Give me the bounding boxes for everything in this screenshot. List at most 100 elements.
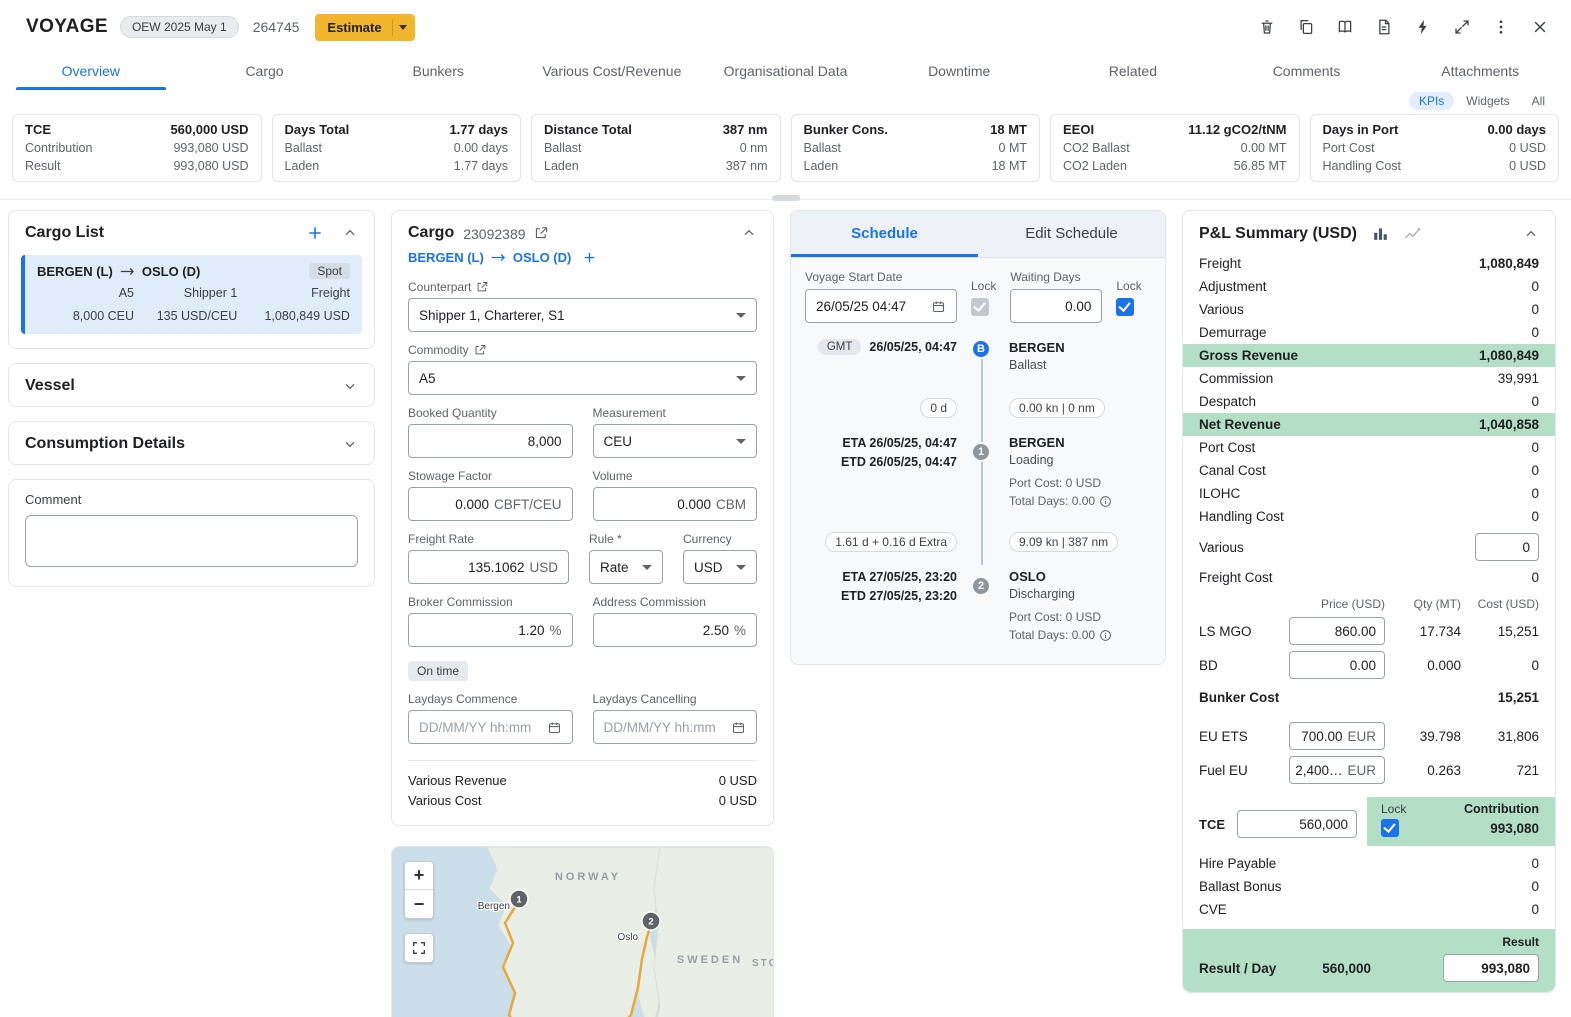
cargo-item-to: OSLO (D) [142,264,201,279]
estimate-button[interactable]: Estimate [315,14,414,41]
tab-cargo[interactable]: Cargo [178,54,352,90]
tab-downtime[interactable]: Downtime [872,54,1046,90]
kpi-value: 0.00 days [454,139,508,157]
kpi-value: 993,080 USD [173,139,248,157]
bar-chart-icon[interactable] [1371,224,1390,243]
lightning-icon[interactable] [1414,18,1432,36]
route-to-link[interactable]: OSLO (D) [513,250,572,265]
chevron-up-icon[interactable] [741,225,757,241]
delete-icon[interactable] [1258,18,1276,36]
tab-organisational-data[interactable]: Organisational Data [699,54,873,90]
eu-price-input[interactable]: 700.00EUR [1289,722,1385,750]
pnl-main-rows: Freight1,080,849Adjustment0Various0Demur… [1183,252,1555,589]
kpi-toggle-all[interactable]: All [1522,92,1555,110]
tce-lock-checkbox[interactable] [1381,819,1399,837]
kpi-value: 560,000 USD [170,120,248,139]
rule-select[interactable]: Rate [589,550,663,584]
voyage-start-lock-checkbox[interactable] [971,298,989,316]
chevron-down-icon [736,376,746,381]
estimate-dropdown-caret[interactable] [392,19,415,36]
kpi-card: Days in Port0.00 daysPort Cost0 USDHandl… [1310,114,1560,182]
chevron-down-icon[interactable] [342,378,358,394]
expand-icon[interactable] [1453,18,1471,36]
zoom-out-button[interactable]: − [405,890,433,918]
tab-bunkers[interactable]: Bunkers [351,54,525,90]
pnl-row-net-revenue: Net Revenue1,040,858 [1183,413,1555,436]
kpi-toggle-widgets[interactable]: Widgets [1456,92,1519,110]
waiting-days-input[interactable]: 0.00 [1010,289,1102,323]
chevron-up-icon[interactable] [342,225,358,241]
kpi-line: Ballast0 nm [544,139,768,157]
kpi-line: Port Cost0 USD [1323,139,1547,157]
external-link-icon[interactable] [534,226,548,240]
calendar-icon[interactable] [731,720,746,735]
pdf-icon[interactable] [1375,18,1393,36]
schedule-card: Schedule Edit Schedule Voyage Start Date… [790,210,1166,665]
measurement-select[interactable]: CEU [593,424,758,458]
pnl-row-input[interactable]: 0 [1475,533,1539,561]
commodity-select[interactable]: A5 [408,361,757,395]
close-icon[interactable] [1531,18,1549,36]
kpi-toggle-kpis[interactable]: KPIs [1409,92,1454,110]
counterpart-select[interactable]: Shipper 1, Charterer, S1 [408,298,757,332]
external-link-icon[interactable] [476,281,488,293]
map-canvas[interactable]: NORWAY SWEDEN STOC North Bergen Oslo 1 2 [392,847,774,1017]
resize-handle[interactable] [772,195,800,201]
calendar-icon[interactable] [931,299,946,314]
stop-activity: Loading [1001,452,1151,469]
address-commission-input[interactable]: 2.50% [593,613,758,647]
chevron-down-icon[interactable] [342,436,358,452]
booked-quantity-input[interactable]: 8,000 [408,424,573,458]
info-icon[interactable] [1099,629,1112,642]
voyage-start-date-input[interactable]: 26/05/25 04:47 [805,289,957,323]
tab-attachments[interactable]: Attachments [1393,54,1567,90]
bunker-qty: 17.734 [1385,624,1461,639]
tce-input[interactable]: 560,000 [1237,810,1357,838]
laydays-cancelling-input[interactable]: DD/MM/YY hh:mm [593,710,758,744]
waiting-days-lock-checkbox[interactable] [1116,298,1134,316]
cargo-list-item[interactable]: BERGEN (L) OSLO (D) Spot A5 Shipper 1 Fr… [21,255,362,334]
broker-commission-input[interactable]: 1.20% [408,613,573,647]
bunker-price-input[interactable]: 0.00 [1289,651,1385,679]
map-marker-1[interactable]: 1 [510,890,528,908]
copy-icon[interactable] [1297,18,1315,36]
currency-select[interactable]: USD [683,550,757,584]
various-cost-value: 0 USD [719,791,757,811]
fullscreen-button[interactable] [404,933,434,963]
external-link-icon[interactable] [474,344,486,356]
route-from-link[interactable]: BERGEN (L) [408,250,484,265]
voyage-start-lock-label: Lock [971,279,996,293]
stowage-factor-input[interactable]: 0.000CBFT/CEU [408,487,573,521]
more-options-icon[interactable] [1492,18,1510,36]
arrow-right-icon [491,252,506,263]
cargo-item-amount: 1,080,849 USD [237,308,350,325]
add-port-button[interactable] [582,250,597,265]
route-map[interactable]: NORWAY SWEDEN STOC North Bergen Oslo 1 2… [391,846,774,1017]
chevron-up-icon[interactable] [1523,226,1539,242]
tab-various-cost-revenue[interactable]: Various Cost/Revenue [525,54,699,90]
volume-input[interactable]: 0.000CBM [593,487,758,521]
tab-overview[interactable]: Overview [4,54,178,90]
bunker-price-input[interactable]: 860.00 [1289,617,1385,645]
origin-datetime: 26/05/25, 04:47 [869,340,957,354]
trend-chart-icon[interactable] [1403,224,1422,243]
tab-edit-schedule[interactable]: Edit Schedule [978,211,1165,257]
kpi-line: Ballast 0.00 days [285,139,509,157]
kpi-label: Ballast [285,139,323,157]
result-total-input[interactable]: 993,080 [1443,954,1539,982]
ledger-icon[interactable] [1336,18,1354,36]
tab-related[interactable]: Related [1046,54,1220,90]
tab-comments[interactable]: Comments [1220,54,1394,90]
schedule-tab-bar: Schedule Edit Schedule [791,211,1165,258]
map-marker-2[interactable]: 2 [642,912,660,930]
kpi-label: Distance Total [544,120,632,139]
eu-price-input[interactable]: 2,400…EUR [1289,756,1385,784]
freight-rate-input[interactable]: 135.1062USD [408,550,569,584]
laydays-commence-input[interactable]: DD/MM/YY hh:mm [408,710,573,744]
tab-schedule[interactable]: Schedule [791,211,978,257]
add-cargo-button[interactable] [306,224,324,242]
info-icon[interactable] [1099,495,1112,508]
comment-input[interactable] [25,515,358,567]
calendar-icon[interactable] [547,720,562,735]
zoom-in-button[interactable]: + [405,862,433,890]
